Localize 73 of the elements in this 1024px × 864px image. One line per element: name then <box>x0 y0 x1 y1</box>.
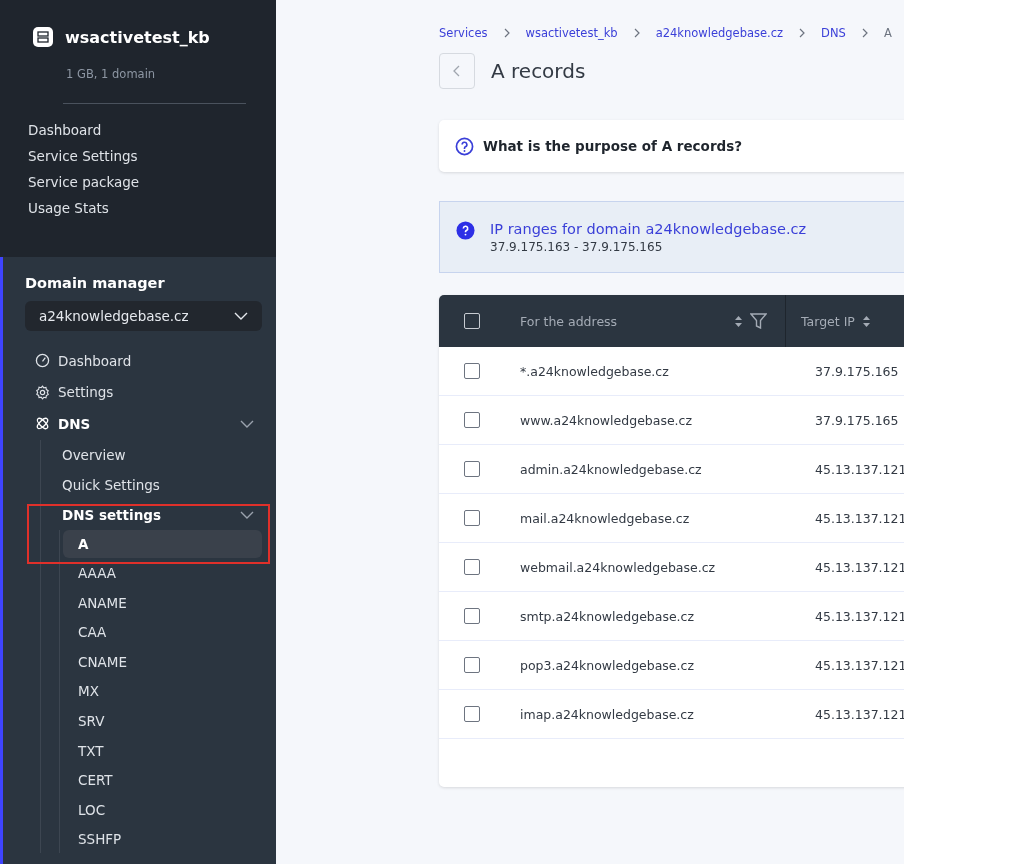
menu-item[interactable]: Dashboard <box>28 122 248 138</box>
section-title: Domain manager <box>25 275 166 291</box>
service-details: 1 GB, 1 domain <box>66 67 157 81</box>
breadcrumb-current: A <box>883 26 892 40</box>
ip-range: 37.9.175.163 - 37.9.175.165 <box>490 240 664 254</box>
row-checkbox[interactable] <box>464 608 480 624</box>
service-name: wsactivetest_kb <box>65 27 210 47</box>
record-type-item[interactable]: TXT <box>63 736 262 765</box>
chevron-right-icon <box>633 28 640 38</box>
row-checkbox[interactable] <box>464 657 480 673</box>
nav-subitem[interactable]: DNS settings <box>62 499 262 530</box>
table-cell-text: *.a24knowledgebase.cz <box>519 363 670 379</box>
domain-select[interactable]: a24knowledgebase.cz <box>25 301 262 331</box>
breadcrumb-link[interactable]: a24knowledgebase.cz <box>655 26 784 40</box>
chevron-right-icon <box>861 28 868 38</box>
breadcrumb-link[interactable]: Services <box>439 26 488 40</box>
nav-item[interactable]: Settings <box>25 376 262 408</box>
table-cell-text: 37.9.175.165 <box>814 412 900 428</box>
settings-icon <box>35 384 50 400</box>
nav-item[interactable]: DNS <box>25 408 262 440</box>
sort-icon[interactable] <box>862 315 870 327</box>
table-cell-text: mail.a24knowledgebase.cz <box>519 510 691 526</box>
chevron-icon <box>240 419 254 428</box>
nav-subitem[interactable]: Overview <box>62 439 262 470</box>
breadcrumb-link[interactable]: DNS <box>821 26 846 40</box>
nav-subitem[interactable]: Quick Settings <box>62 469 262 500</box>
filter-icon[interactable] <box>750 313 767 329</box>
breadcrumb-link[interactable]: wsactivetest_kb <box>525 26 618 40</box>
record-type-item[interactable]: AAAA <box>63 559 262 588</box>
gauge-icon <box>35 353 50 369</box>
record-type-item[interactable]: SSHFP <box>63 825 262 854</box>
row-checkbox[interactable] <box>464 363 480 379</box>
record-type-item[interactable]: CERT <box>63 766 262 795</box>
chevron-icon <box>234 312 248 320</box>
record-type-item[interactable]: LOC <box>63 795 262 824</box>
table-cell-text: pop3.a24knowledgebase.cz <box>519 657 695 673</box>
record-type-item[interactable]: SRV <box>63 707 262 736</box>
record-type-item[interactable]: CAA <box>63 618 262 647</box>
record-type-item[interactable]: A <box>63 529 262 558</box>
record-type-item[interactable]: CNAME <box>63 647 262 676</box>
row-checkbox[interactable] <box>464 412 480 428</box>
chevron-icon <box>240 510 254 519</box>
column-header[interactable]: For the address <box>520 313 727 329</box>
page-title: A records <box>491 59 586 83</box>
chevron-left-icon <box>453 65 461 77</box>
sort-icon[interactable] <box>735 315 742 327</box>
faq-card[interactable]: What is the purpose of A records? <box>439 120 904 172</box>
select-all-checkbox[interactable] <box>464 313 480 329</box>
table-cell-text: 37.9.175.165 <box>814 363 900 379</box>
nav-item[interactable]: Dashboard <box>25 345 262 377</box>
atom-icon <box>35 416 50 432</box>
row-checkbox[interactable] <box>464 706 480 722</box>
menu-item[interactable]: Service package <box>28 174 248 190</box>
chevron-right-icon <box>503 28 510 38</box>
chevron-right-icon <box>799 28 806 38</box>
record-type-item[interactable]: MX <box>63 677 262 706</box>
info-title: IP ranges for domain a24knowledgebase.cz <box>490 221 807 237</box>
menu-item[interactable]: Usage Stats <box>28 200 248 216</box>
record-type-item[interactable]: ANAME <box>63 588 262 617</box>
table-cell-text: www.a24knowledgebase.cz <box>519 412 694 428</box>
row-checkbox[interactable] <box>464 461 480 477</box>
row-checkbox[interactable] <box>464 510 480 526</box>
table-cell-text: webmail.a24knowledgebase.cz <box>519 559 717 575</box>
table-cell-text: smtp.a24knowledgebase.cz <box>519 608 696 624</box>
help-icon <box>455 136 474 156</box>
column-header[interactable]: Target IP <box>801 313 855 329</box>
server-icon <box>33 27 53 47</box>
table-cell-text: imap.a24knowledgebase.cz <box>519 706 695 722</box>
faq-question: What is the purpose of A records? <box>483 138 743 154</box>
menu-item[interactable]: Service Settings <box>28 148 248 164</box>
table-cell-text: admin.a24knowledgebase.cz <box>519 461 703 477</box>
help-icon <box>456 221 475 240</box>
row-checkbox[interactable] <box>464 559 480 575</box>
